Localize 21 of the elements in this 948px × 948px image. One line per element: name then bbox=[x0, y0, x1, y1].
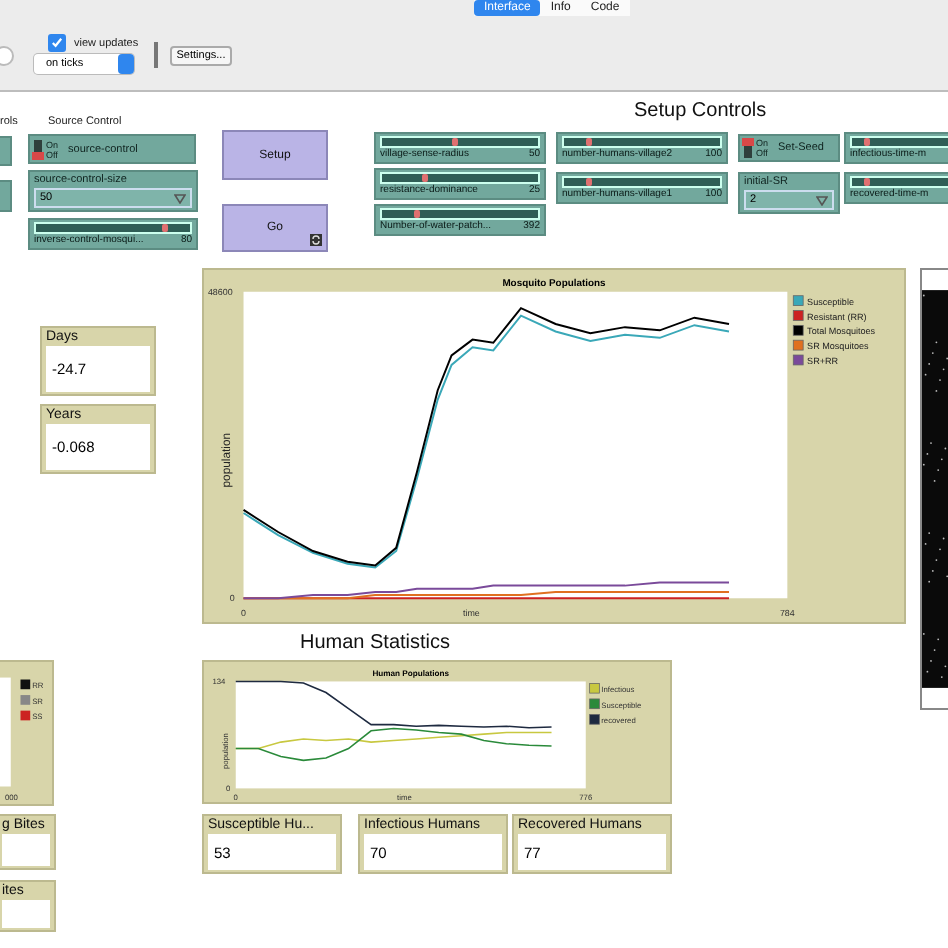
speed-slider-knob-icon[interactable] bbox=[0, 46, 16, 66]
section-heading: Setup Controls bbox=[634, 100, 767, 122]
slider-thumb[interactable] bbox=[864, 138, 871, 146]
slider-thumb[interactable] bbox=[585, 178, 592, 186]
slider-thumb[interactable] bbox=[452, 138, 459, 146]
slider-thumb[interactable] bbox=[162, 224, 169, 232]
monitor-value-field bbox=[2, 900, 50, 928]
slider-thumb[interactable] bbox=[421, 174, 427, 182]
slider-thumb[interactable] bbox=[585, 138, 592, 146]
slider-thumb[interactable] bbox=[864, 178, 871, 186]
switch-lever-icon[interactable] bbox=[34, 139, 42, 159]
dropdown-arrow-icon bbox=[816, 195, 828, 205]
slider-thumb[interactable] bbox=[413, 210, 420, 218]
checkbox[interactable] bbox=[48, 34, 66, 52]
stepper-icon bbox=[118, 54, 134, 74]
switch-lever-icon[interactable] bbox=[744, 138, 752, 158]
forever-loop-icon bbox=[310, 234, 322, 246]
dropdown-arrow-icon bbox=[174, 193, 186, 203]
section-heading: Human Statistics bbox=[300, 632, 451, 654]
plot-area bbox=[0, 677, 11, 787]
monitor-value-field bbox=[2, 834, 50, 866]
